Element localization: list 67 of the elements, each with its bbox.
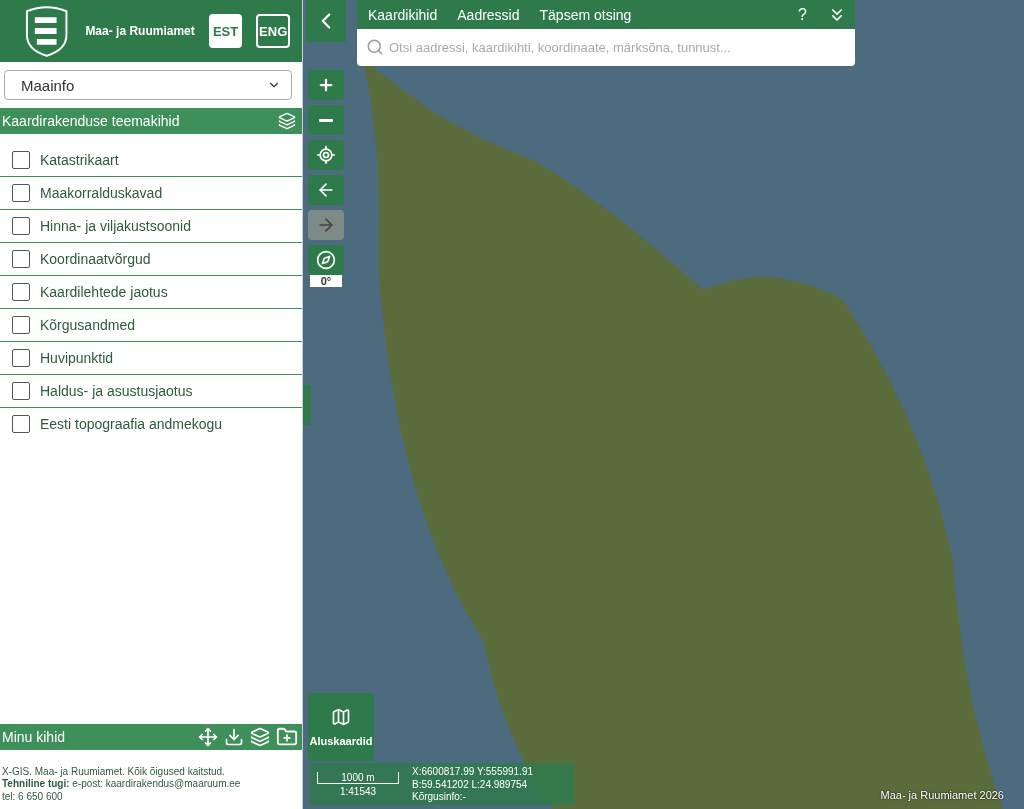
language-button[interactable]: ENG	[256, 14, 290, 48]
zoom-in-button[interactable]	[308, 70, 344, 100]
checkbox[interactable]	[12, 151, 30, 169]
search-tab[interactable]: Aadressid	[457, 6, 520, 23]
checkbox[interactable]	[12, 415, 30, 433]
layer-label: Huvipunktid	[40, 350, 114, 366]
scale-bar: 1000 m	[317, 771, 399, 784]
layer-row[interactable]: Kaardilehtede jaotus	[0, 276, 302, 309]
language-button[interactable]: EST	[208, 14, 243, 48]
move-icon[interactable]	[198, 726, 218, 747]
basemaps-button[interactable]: Aluskaardid	[308, 693, 374, 761]
checkbox[interactable]	[12, 316, 30, 334]
layer-label: Kõrgusandmed	[40, 317, 135, 333]
layer-label: Maakorralduskavad	[40, 185, 163, 201]
layer-row[interactable]: Koordinaatvõrgud	[0, 243, 302, 276]
panel-resize-handle[interactable]	[303, 385, 311, 425]
agency-name: Maa- ja Ruumiamet	[85, 24, 195, 38]
search-field[interactable]: Otsi aadressi, kaardikihti, koordinaate, märksõna, tunnust...	[357, 29, 855, 66]
map-attribution: Maa- ja Ruumiamet 2026	[880, 789, 1004, 801]
section-title: Minu kihid	[2, 728, 67, 745]
checkbox[interactable]	[12, 382, 30, 400]
map-icon	[331, 707, 351, 727]
layer-row[interactable]: Kõrgusandmed	[0, 309, 302, 342]
layer-row[interactable]: Haldus- ja asustusjaotus	[0, 375, 302, 408]
crosshair-icon	[316, 145, 336, 165]
layer-label: Haldus- ja asustusjaotus	[40, 383, 193, 399]
add-folder-icon[interactable]	[276, 725, 298, 748]
checkbox[interactable]	[12, 250, 30, 268]
footer-text: Tehniline tugi: e-post: kaardirakendus@maaruum.ee	[2, 778, 242, 791]
footer-text: X-GIS. Maa- ja Ruumiamet. Kõik õigused kaitstud.	[2, 765, 226, 778]
layer-row[interactable]: Katastrikaart	[0, 144, 302, 177]
checkbox[interactable]	[12, 283, 30, 301]
plus-icon	[317, 76, 335, 94]
layer-label: Eesti topograafia andmekogu	[40, 416, 223, 432]
layer-row[interactable]: Eesti topograafia andmekogu	[0, 408, 302, 441]
download-icon[interactable]	[224, 726, 244, 747]
layers-icon[interactable]	[250, 726, 270, 747]
rotation-readout: 0°	[310, 275, 342, 287]
layer-row[interactable]: Huvipunktid	[0, 342, 302, 375]
help-button[interactable]: ?	[798, 5, 807, 24]
layer-label: Hinna- ja viljakustsoonid	[40, 218, 191, 234]
coordinate-text: B:59.541202 L:24.989754	[412, 778, 529, 791]
compass-button[interactable]	[308, 245, 344, 275]
locate-button[interactable]	[308, 140, 344, 170]
checkbox[interactable]	[12, 217, 30, 235]
search-tab[interactable]: Kaardikihid	[368, 6, 438, 23]
layer-label: Katastrikaart	[40, 152, 119, 168]
collapse-panel-button[interactable]	[306, 0, 346, 42]
coordinate-text: X:6600817.99 Y:555991.91	[412, 766, 535, 779]
zoom-out-button[interactable]	[308, 105, 344, 135]
section-title: Kaardirakenduse teemakihid	[2, 113, 181, 129]
layer-row[interactable]: Hinna- ja viljakustsoonid	[0, 210, 302, 243]
theme-dropdown[interactable]: Maainfo	[4, 70, 292, 100]
coordinate-text: Kõrgusinfo:-	[412, 791, 467, 804]
footer-text: tel: 6 650 600	[2, 790, 64, 803]
layer-row[interactable]: Maakorralduskavad	[0, 177, 302, 210]
scale-ratio: 1:41543	[339, 785, 377, 797]
layer-label: Kaardilehtede jaotus	[40, 284, 168, 300]
search-tab[interactable]: Täpsem otsing	[539, 6, 632, 23]
back-button[interactable]	[308, 175, 344, 205]
layer-label: Koordinaatvõrgud	[40, 251, 151, 267]
checkbox[interactable]	[12, 184, 30, 202]
compass-icon	[316, 250, 336, 270]
minus-icon	[319, 118, 333, 122]
checkbox[interactable]	[12, 349, 30, 367]
search-icon	[366, 38, 384, 56]
layers-icon[interactable]	[278, 112, 296, 130]
